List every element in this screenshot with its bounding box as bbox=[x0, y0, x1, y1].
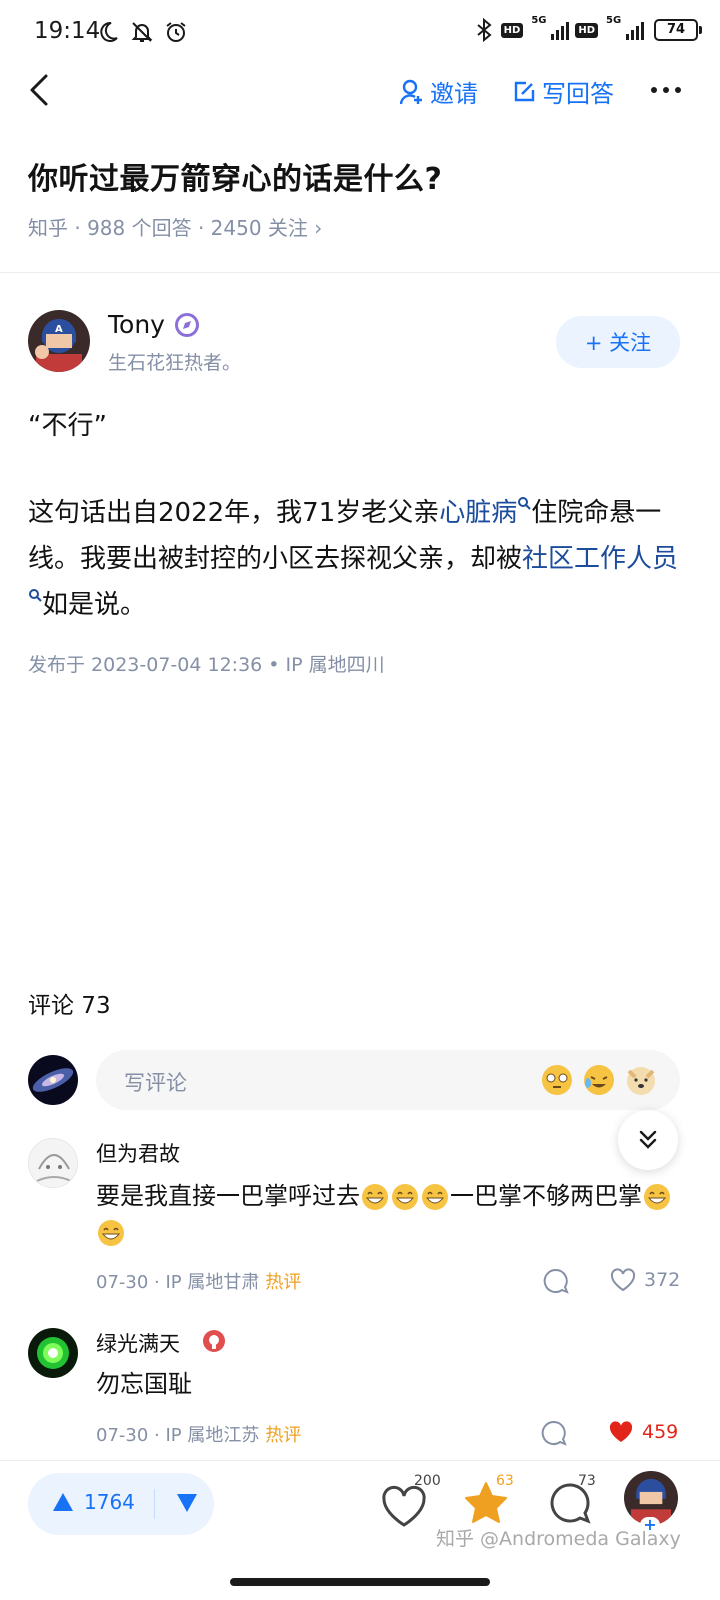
double-chevron-down-icon bbox=[639, 1130, 657, 1149]
signal-icon: 5G bbox=[529, 15, 570, 42]
reply-icon[interactable] bbox=[543, 1268, 569, 1294]
invite-button[interactable]: 邀请 bbox=[400, 74, 478, 109]
comment-author-name[interactable]: 绿光满天 bbox=[96, 1328, 180, 1358]
svg-text:A: A bbox=[55, 324, 63, 335]
grin-emoji-icon bbox=[98, 1220, 124, 1246]
grin-emoji-icon bbox=[644, 1184, 670, 1210]
back-arrow-icon[interactable] bbox=[24, 70, 54, 110]
favorite-count: 63 bbox=[496, 1473, 514, 1489]
comment-like-button[interactable]: 372 bbox=[610, 1268, 680, 1292]
member-badge-icon bbox=[203, 1330, 225, 1352]
grin-emoji-icon bbox=[392, 1184, 418, 1210]
comment-like-count: 459 bbox=[642, 1421, 679, 1443]
comment-meta: 07-30 · IP 属地江苏 热评 bbox=[96, 1425, 302, 1446]
search-link-icon bbox=[29, 589, 42, 602]
answer-paragraph: 这句话出自2022年，我71岁老父亲心脏病 住院命悬一线。我要出被封控的小区去探视… bbox=[28, 497, 679, 620]
follow-button[interactable]: + 关注 bbox=[556, 316, 680, 368]
clock: 19:14 bbox=[34, 18, 101, 44]
hd-badge: HD bbox=[500, 22, 524, 38]
comment-count: 73 bbox=[578, 1473, 596, 1489]
comment-avatar[interactable] bbox=[28, 1328, 78, 1378]
hot-comment-tag: 热评 bbox=[265, 1272, 302, 1293]
question-title[interactable]: 你听过最万箭穿心的话是什么? bbox=[28, 154, 442, 198]
status-bar: 19:14 HD 5G HD 5G 74 bbox=[0, 0, 720, 64]
watermark: 知乎 @Andromeda Galaxy bbox=[436, 1528, 681, 1550]
author-name[interactable]: Tony bbox=[108, 310, 165, 339]
comment-text: 勿忘国耻 bbox=[96, 1370, 192, 1398]
comment-like-count: 372 bbox=[644, 1269, 681, 1291]
invite-person-icon bbox=[400, 79, 422, 104]
downvote-triangle-icon[interactable] bbox=[176, 1493, 198, 1513]
scroll-down-button[interactable] bbox=[618, 1110, 678, 1170]
comment-like-button[interactable]: 459 bbox=[608, 1420, 678, 1444]
comment-avatar[interactable] bbox=[28, 1138, 78, 1188]
author-avatar[interactable]: A bbox=[28, 310, 90, 372]
comments-title: 评论 73 bbox=[28, 993, 111, 1019]
emoji-doge-icon[interactable] bbox=[624, 1063, 658, 1097]
divider bbox=[0, 272, 720, 273]
write-answer-button[interactable]: 写回答 bbox=[512, 74, 614, 109]
moon-icon bbox=[100, 21, 118, 42]
top-nav: 邀请 写回答 bbox=[0, 64, 720, 116]
comment-text: 要是我直接一巴掌呼过去 一巴掌不够两巴掌 bbox=[96, 1178, 676, 1250]
like-count: 200 bbox=[414, 1473, 441, 1489]
heart-filled-icon bbox=[609, 1421, 633, 1442]
write-answer-label: 写回答 bbox=[542, 80, 614, 108]
publish-time: 发布于 2023-07-04 12:36 • IP 属地四川 bbox=[28, 654, 385, 676]
signal-icon-2: 5G bbox=[604, 15, 644, 42]
emoji-crying-laugh-icon[interactable] bbox=[582, 1063, 616, 1097]
comment-placeholder: 写评论 bbox=[124, 1071, 187, 1095]
creator-badge-icon bbox=[175, 313, 199, 337]
home-indicator[interactable] bbox=[230, 1578, 490, 1586]
hot-comment-tag: 热评 bbox=[265, 1425, 302, 1446]
grin-emoji-icon bbox=[422, 1184, 448, 1210]
muted-bell-icon bbox=[131, 22, 153, 42]
upvote-button[interactable]: 1764 bbox=[52, 1490, 135, 1514]
reply-icon[interactable] bbox=[541, 1420, 567, 1446]
link-community-worker[interactable]: 社区工作人员 bbox=[522, 544, 678, 574]
hd-badge-2: HD bbox=[575, 22, 598, 38]
search-link-icon bbox=[518, 497, 531, 510]
answer-quote: “不行” bbox=[28, 411, 107, 441]
grin-emoji-icon bbox=[362, 1184, 388, 1210]
vote-pill: 1764 bbox=[28, 1473, 214, 1535]
bluetooth-icon bbox=[477, 18, 492, 42]
link-heart-disease[interactable]: 心脏病 bbox=[439, 498, 517, 528]
upvote-triangle-icon bbox=[53, 1493, 73, 1511]
invite-label: 邀请 bbox=[430, 80, 478, 108]
upvote-count: 1764 bbox=[84, 1490, 135, 1514]
edit-icon bbox=[514, 81, 535, 101]
more-icon[interactable] bbox=[650, 78, 682, 102]
question-meta[interactable]: 知乎 · 988 个回答 · 2450 关注 › bbox=[28, 212, 322, 241]
heart-outline-icon bbox=[610, 1268, 636, 1292]
comment-meta: 07-30 · IP 属地甘肃 热评 bbox=[96, 1272, 302, 1293]
comment-input[interactable]: 写评论 bbox=[96, 1050, 680, 1110]
alarm-icon bbox=[166, 22, 186, 42]
comment-author-name[interactable]: 但为君故 bbox=[96, 1138, 180, 1168]
my-avatar bbox=[28, 1055, 78, 1105]
emoji-pleading-icon[interactable] bbox=[540, 1063, 574, 1097]
battery-indicator: 74 bbox=[654, 19, 702, 41]
author-bio: 生石花狂热者。 bbox=[108, 352, 242, 374]
